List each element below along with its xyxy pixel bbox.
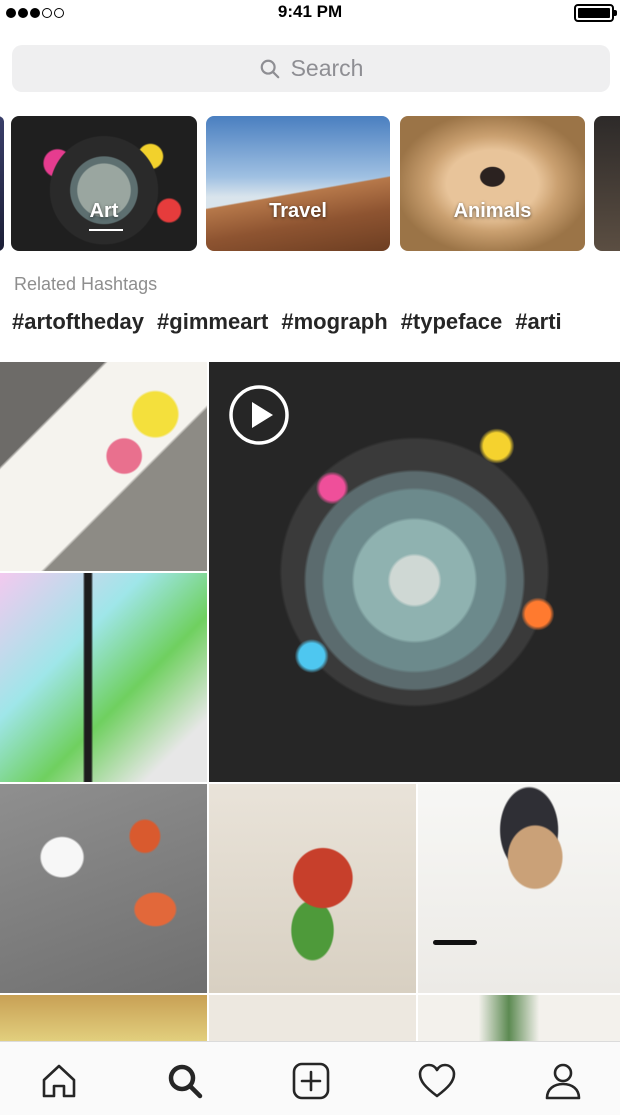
status-time: 9:41 PM	[277, 2, 343, 21]
status-bar: 9:41 PM	[0, 0, 620, 26]
topic-label-travel: Travel	[269, 200, 327, 222]
hashtag-link[interactable]: #artoftheday	[12, 309, 144, 339]
tab-search[interactable]	[164, 1060, 206, 1102]
tab-bar	[0, 1041, 620, 1115]
grid-photo-art-supplies[interactable]	[0, 362, 207, 571]
hashtag-link[interactable]: #mograph	[281, 309, 387, 339]
topic-card-partial-left[interactable]	[0, 116, 4, 251]
topic-label-art: Art	[89, 200, 119, 222]
grid-photo-partial[interactable]	[418, 995, 620, 1043]
search-placeholder: Search	[290, 55, 364, 81]
grid-photo-partial[interactable]	[209, 995, 416, 1043]
grid-photo-koi-stickers[interactable]	[0, 784, 207, 993]
grid-photo-portrait-sketch[interactable]	[418, 784, 620, 993]
battery-icon	[574, 4, 617, 22]
topic-selected-indicator	[89, 229, 123, 231]
search-icon	[168, 1064, 203, 1099]
scroll-indicator	[433, 940, 477, 945]
hashtag-link[interactable]: #arti	[515, 309, 561, 339]
tab-activity[interactable]	[416, 1060, 458, 1102]
home-icon	[42, 1064, 76, 1098]
hashtag-link[interactable]: #typeface	[401, 309, 503, 339]
tab-new-post[interactable]	[290, 1060, 332, 1102]
grid-photo-illustration[interactable]	[0, 573, 207, 782]
search-icon	[260, 59, 279, 78]
topic-card-partial-right[interactable]	[594, 116, 620, 251]
hashtag-link[interactable]: #gimmeart	[157, 309, 268, 339]
search-input[interactable]: Search	[12, 45, 610, 92]
grid-photo-robot-painting[interactable]	[209, 784, 416, 993]
person-icon	[545, 1063, 581, 1100]
play-icon	[229, 385, 289, 445]
tab-home[interactable]	[38, 1060, 80, 1102]
hashtag-row: #artoftheday #gimmeart #mograph #typefac…	[12, 309, 620, 339]
add-square-icon	[292, 1062, 330, 1100]
related-hashtags-title: Related Hashtags	[14, 274, 158, 294]
grid-photo-partial[interactable]	[0, 995, 207, 1043]
topic-card-travel[interactable]: Travel	[206, 116, 390, 251]
topic-card-animals[interactable]: Animals	[400, 116, 585, 251]
tab-profile[interactable]	[542, 1060, 584, 1102]
topic-label-animals: Animals	[453, 200, 532, 222]
heart-icon	[418, 1063, 456, 1098]
